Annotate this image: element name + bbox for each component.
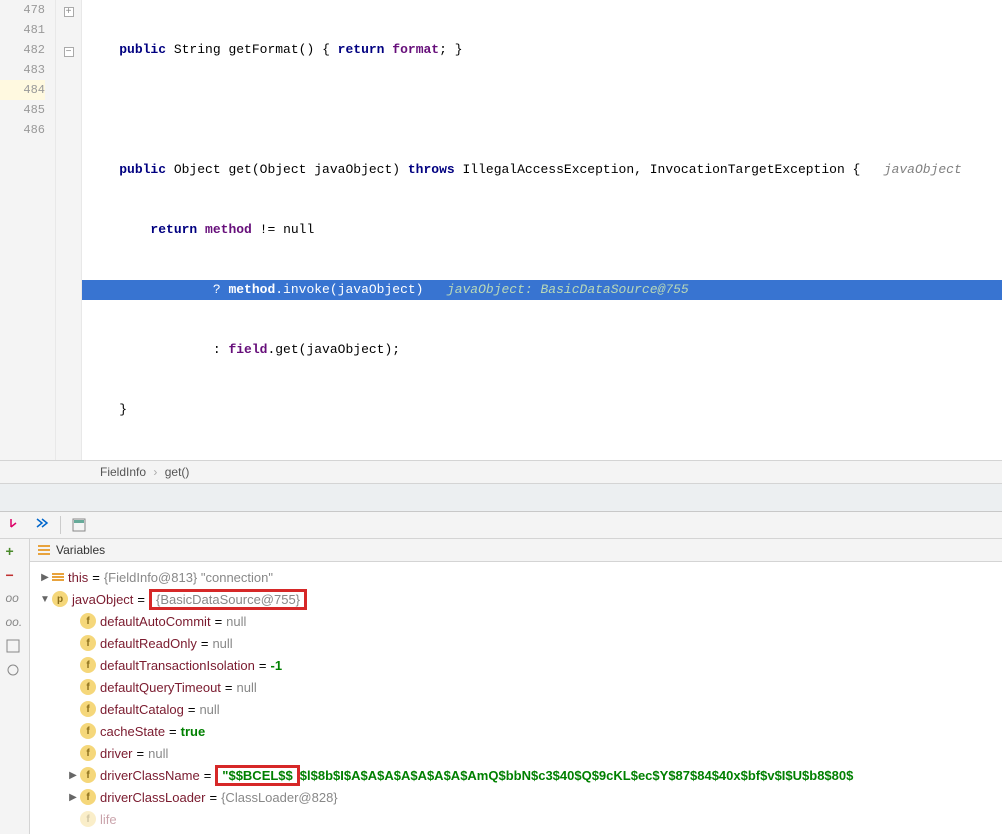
field-icon: f xyxy=(80,745,96,761)
hamburger-icon xyxy=(38,545,50,555)
tree-row[interactable]: f defaultReadOnly=null xyxy=(30,632,1002,654)
expand-icon[interactable]: ▶ xyxy=(66,792,80,803)
line-number: 483 xyxy=(0,60,45,80)
field-icon: f xyxy=(80,811,96,827)
tree-row-javaobject[interactable]: ▼ p javaObject = {BasicDataSource@755} xyxy=(30,588,1002,610)
field-icon: f xyxy=(80,789,96,805)
field-icon: f xyxy=(80,767,96,783)
line-number: 478 xyxy=(0,0,45,20)
watch-icon[interactable]: oo xyxy=(6,591,24,609)
tree-row[interactable]: f life xyxy=(30,808,1002,830)
watch-icon[interactable]: oo. xyxy=(6,615,24,633)
line-number: 486 xyxy=(0,120,45,140)
breadcrumb[interactable]: FieldInfo › get() xyxy=(0,460,1002,484)
tree-row[interactable]: f defaultTransactionIsolation=-1 xyxy=(30,654,1002,676)
collapse-icon[interactable]: ▼ xyxy=(38,594,52,605)
expand-icon[interactable]: ▶ xyxy=(66,770,80,781)
debug-toolbar xyxy=(0,512,1002,539)
field-icon: f xyxy=(80,613,96,629)
tree-row[interactable]: f defaultAutoCommit=null xyxy=(30,610,1002,632)
field-icon: f xyxy=(80,679,96,695)
breadcrumb-item[interactable]: FieldInfo xyxy=(100,465,146,479)
highlight-box: "$$BCEL$$ xyxy=(215,765,299,786)
tree-row-driverclassname[interactable]: ▶ f driverClassName= "$$BCEL$$$l$8b$I$A$… xyxy=(30,764,1002,786)
tool-icon[interactable] xyxy=(6,663,24,681)
variables-sidebar: + − oo oo. xyxy=(0,539,30,834)
expand-icon[interactable]: ▶ xyxy=(38,572,52,583)
fold-icon[interactable]: + xyxy=(64,7,74,17)
code-area[interactable]: public String getFormat() { return forma… xyxy=(82,0,1002,460)
line-number: 484 xyxy=(0,80,45,100)
line-number: 481 xyxy=(0,20,45,40)
variables-tree[interactable]: ▶ this = {FieldInfo@813} "connection" ▼ … xyxy=(30,562,1002,834)
remove-watch-icon[interactable]: − xyxy=(6,567,24,585)
separator xyxy=(60,516,61,534)
object-icon xyxy=(52,573,64,581)
field-icon: f xyxy=(80,657,96,673)
chevron-right-icon: › xyxy=(153,465,157,479)
fold-icon[interactable]: − xyxy=(64,47,74,57)
line-number: 482 xyxy=(0,40,45,60)
breadcrumb-item[interactable]: get() xyxy=(165,465,190,479)
tree-row[interactable]: ▶ f driverClassLoader={ClassLoader@828} xyxy=(30,786,1002,808)
highlight-box: {BasicDataSource@755} xyxy=(149,589,307,610)
current-execution-line: ? method.invoke(javaObject) javaObject: … xyxy=(82,280,1002,300)
add-watch-icon[interactable]: + xyxy=(6,543,24,561)
fold-gutter: + − xyxy=(56,0,82,460)
panel-gap xyxy=(0,484,1002,512)
field-icon: f xyxy=(80,635,96,651)
field-icon: f xyxy=(80,701,96,717)
line-number: 485 xyxy=(0,100,45,120)
field-icon: f xyxy=(80,723,96,739)
variables-panel: + − oo oo. Variables ▶ this = {FieldInfo… xyxy=(0,539,1002,834)
variables-header[interactable]: Variables xyxy=(30,539,1002,562)
line-number-gutter: 478 481 482 483 484 485 486 xyxy=(0,0,56,460)
code-editor[interactable]: 478 481 482 483 484 485 486 + − public S… xyxy=(0,0,1002,460)
tree-row[interactable]: f driver=null xyxy=(30,742,1002,764)
variables-title: Variables xyxy=(56,543,105,557)
tree-row-this[interactable]: ▶ this = {FieldInfo@813} "connection" xyxy=(30,566,1002,588)
step-into-icon[interactable] xyxy=(8,517,24,533)
tool-icon[interactable] xyxy=(6,639,24,657)
calculator-icon[interactable] xyxy=(71,517,87,533)
parameter-icon: p xyxy=(52,591,68,607)
step-out-icon[interactable] xyxy=(34,517,50,533)
tree-row[interactable]: f defaultQueryTimeout=null xyxy=(30,676,1002,698)
tree-row[interactable]: f defaultCatalog=null xyxy=(30,698,1002,720)
tree-row[interactable]: f cacheState=true xyxy=(30,720,1002,742)
